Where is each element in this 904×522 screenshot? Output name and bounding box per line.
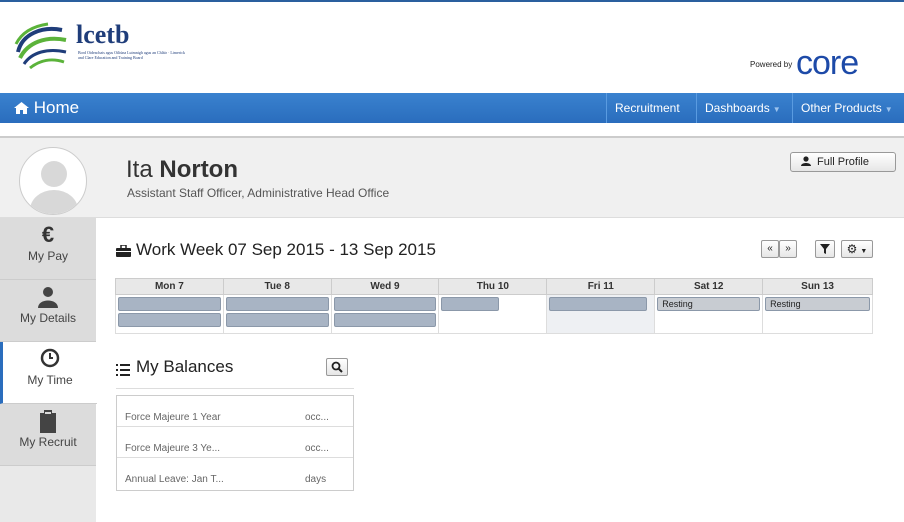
full-profile-button[interactable]: Full Profile	[790, 152, 896, 172]
day-cell: Resting	[654, 294, 764, 334]
shift-block[interactable]	[549, 297, 648, 311]
day-header: Sun 13	[762, 278, 873, 295]
sidebar-item-my-pay[interactable]: € My Pay	[0, 218, 96, 280]
balances-search-button[interactable]	[326, 358, 348, 376]
balance-unit: occ...	[305, 412, 329, 423]
work-week-grid: Mon 7 Tue 8 Wed 9 Thu 10 Fri 11 Sat 12 S…	[115, 278, 873, 334]
day-header: Fri 11	[546, 278, 656, 295]
list-item[interactable]: Force Majeure 3 Ye... occ...	[117, 427, 353, 458]
divider	[116, 388, 354, 389]
shift-block[interactable]	[441, 297, 500, 311]
balance-unit: days	[305, 474, 327, 485]
logo-subtext: Bord Oideachais agus Oiliúna Luimnigh ag…	[78, 50, 185, 60]
lcetb-logo[interactable]: lcetb Bord Oideachais agus Oiliúna Luimn…	[12, 22, 212, 72]
top-navbar: Home Recruitment Dashboards ▼ Other Produ…	[0, 93, 904, 123]
shift-block[interactable]	[118, 297, 221, 311]
employee-first-name: Ita	[126, 156, 153, 183]
logo-wordmark: lcetb	[76, 20, 130, 49]
core-logo: core	[796, 44, 859, 82]
shift-block[interactable]: Resting	[765, 297, 870, 311]
user-icon	[801, 156, 811, 166]
prev-week-button[interactable]: «	[761, 240, 779, 258]
sidebar-item-my-details[interactable]: My Details	[0, 280, 96, 342]
sidebar-item-label: My Time	[27, 373, 73, 387]
list-item[interactable]: Annual Leave: Jan T... days	[117, 458, 353, 489]
sidebar-item-label: My Details	[19, 311, 76, 325]
euro-icon: €	[41, 222, 55, 247]
profile-header: Ita Norton Assistant Staff Officer, Admi…	[0, 138, 904, 218]
employee-name: Ita Norton	[126, 157, 238, 183]
clipboard-icon	[0, 404, 96, 434]
day-header: Tue 8	[222, 278, 332, 295]
day-header: Sat 12	[654, 278, 764, 295]
next-week-button[interactable]: »	[779, 240, 797, 258]
sidebar-item-label: My Pay	[27, 249, 68, 263]
list-item[interactable]: Force Majeure 1 Year occ...	[117, 396, 353, 427]
day-cell	[546, 294, 656, 334]
nav-home-link[interactable]: Home	[14, 97, 79, 119]
nav-other-products[interactable]: Other Products ▼	[792, 93, 904, 123]
nav-dashboards-label: Dashboards	[705, 101, 770, 115]
shift-block[interactable]	[225, 313, 329, 327]
work-week-title: Work Week 07 Sep 2015 - 13 Sep 2015	[136, 240, 436, 259]
caret-down-icon: ▼	[860, 248, 868, 255]
sidebar-item-my-recruit[interactable]: My Recruit	[0, 404, 96, 466]
balances-title: My Balances	[136, 357, 234, 376]
caret-down-icon: ▼	[884, 105, 893, 114]
clock-icon	[3, 342, 97, 372]
shift-block[interactable]	[118, 313, 221, 327]
search-icon	[331, 361, 343, 373]
balances-list: Force Majeure 1 Year occ... Force Majeur…	[116, 395, 354, 491]
balance-name: Annual Leave: Jan T...	[125, 474, 224, 485]
sidebar-item-my-time[interactable]: My Time	[0, 342, 97, 404]
sidebar: € My Pay My Details My Time My Recruit	[0, 218, 97, 522]
day-header: Mon 7	[115, 278, 224, 295]
day-cell: Resting	[762, 294, 873, 334]
user-icon	[0, 280, 96, 310]
filter-icon	[820, 244, 830, 254]
nav-recruitment-label: Recruitment	[615, 101, 680, 115]
full-profile-label: Full Profile	[817, 156, 869, 168]
day-cell	[438, 294, 548, 334]
shift-block[interactable]	[333, 297, 437, 311]
caret-down-icon: ▼	[772, 105, 781, 114]
swirl-logo-icon	[14, 22, 67, 70]
settings-dropdown-button[interactable]: ⚙ ▼	[841, 240, 873, 258]
day-header: Thu 10	[438, 278, 548, 295]
user-silhouette-icon	[30, 161, 78, 214]
avatar	[19, 147, 87, 215]
next-week-label: »	[785, 243, 791, 254]
balance-name: Force Majeure 1 Year	[125, 412, 221, 423]
balance-unit: occ...	[305, 443, 329, 454]
sidebar-item-label: My Recruit	[19, 435, 77, 449]
shift-block[interactable]	[225, 297, 329, 311]
nav-home-label: Home	[33, 98, 80, 117]
top-accent-line	[0, 0, 904, 2]
nav-other-products-label: Other Products	[801, 101, 882, 115]
home-icon	[14, 102, 29, 114]
core-logo-text: cor	[796, 44, 841, 82]
briefcase-icon	[116, 245, 131, 257]
shift-block[interactable]: Resting	[657, 297, 761, 311]
day-cell	[330, 294, 440, 334]
day-cell	[222, 294, 332, 334]
day-header: Wed 9	[330, 278, 440, 295]
employee-last-name: Norton	[159, 156, 239, 183]
nav-recruitment[interactable]: Recruitment	[606, 93, 688, 123]
day-cell	[115, 294, 224, 334]
gear-icon: ⚙	[846, 242, 858, 256]
filter-button[interactable]	[815, 240, 835, 258]
balance-name: Force Majeure 3 Ye...	[125, 443, 221, 454]
powered-by-label: Powered by	[750, 60, 793, 69]
core-logo-e: e	[840, 44, 859, 82]
prev-week-label: «	[767, 243, 773, 254]
list-icon	[116, 364, 130, 376]
employee-role: Assistant Staff Officer, Administrative …	[127, 186, 390, 200]
nav-dashboards[interactable]: Dashboards ▼	[696, 93, 789, 123]
shift-block[interactable]	[333, 313, 437, 327]
